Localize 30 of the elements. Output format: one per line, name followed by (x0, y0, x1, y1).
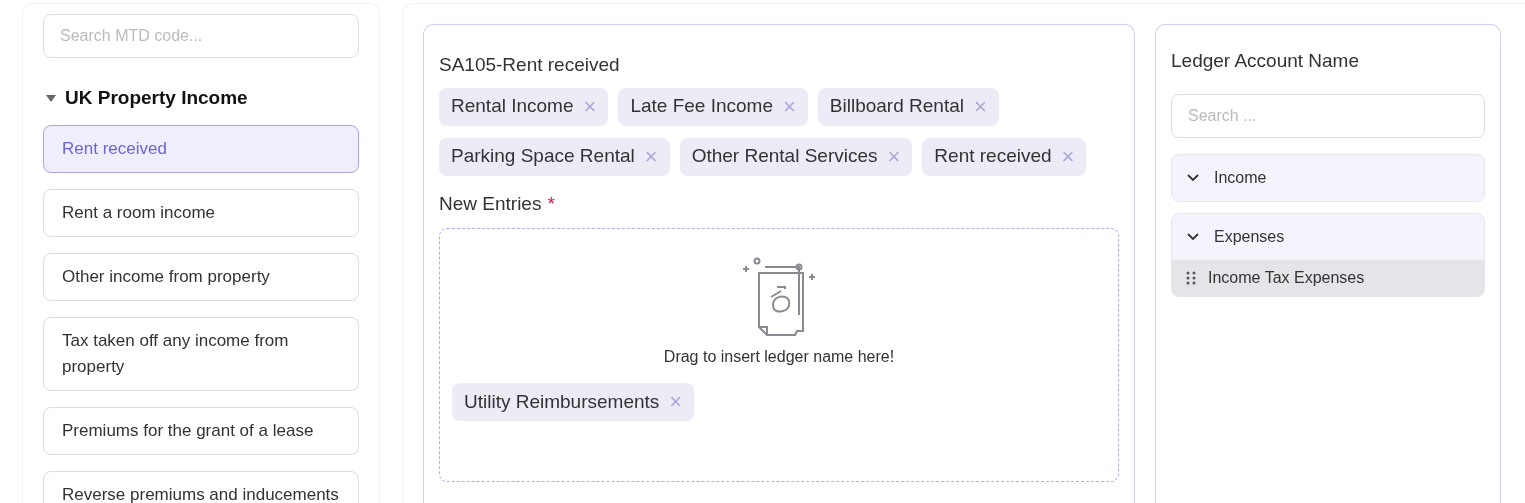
drag-document-icon (741, 257, 817, 337)
group-label: Expenses (1214, 226, 1285, 247)
tree-group[interactable]: Expenses (1172, 213, 1484, 260)
sidebar-item[interactable]: Premiums for the grant of a lease (43, 406, 359, 455)
group-label: Income (1214, 167, 1267, 188)
required-mark: * (547, 191, 555, 216)
ledger-title: Ledger Account Name (1171, 49, 1360, 73)
sidebar-item[interactable]: Tax taken off any income from property (43, 316, 359, 391)
sidebar-item[interactable]: Reverse premiums and inducements (43, 470, 359, 503)
drop-zone[interactable]: Drag to insert ledger name here! Utility Reimbursements × (439, 228, 1119, 482)
drop-hint: Drag to insert ledger name here! (662, 347, 896, 367)
tree-item[interactable]: Income Tax Expenses (1172, 259, 1484, 296)
tag-label: Utility Reimbursements (464, 389, 660, 414)
field-label: New Entries (439, 191, 542, 216)
tag-label: Rent received (934, 144, 1052, 169)
sidebar-item[interactable]: Rent received (43, 124, 359, 173)
tag-label: Billboard Rental (829, 94, 964, 119)
search-field[interactable]: Search ... (1171, 93, 1485, 138)
sidebar-item[interactable]: Other income from property (43, 252, 359, 301)
tag-label: Late Fee Income (630, 94, 773, 119)
sidebar-item[interactable]: Rent a room income (43, 188, 359, 237)
tag-label: Rental Income (451, 94, 574, 119)
mapping-title: SA105-Rent received (439, 53, 621, 77)
section-title: UK Property Income (65, 86, 248, 110)
tree-group[interactable]: Income (1172, 154, 1484, 201)
item-label: Income Tax Expenses (1208, 267, 1365, 288)
drag-handle-icon[interactable] (1186, 270, 1196, 285)
tag-label: Other Rental Services (691, 144, 878, 169)
tag-label: Parking Space Rental (451, 144, 635, 169)
search-field[interactable]: Search MTD code... (43, 14, 359, 58)
